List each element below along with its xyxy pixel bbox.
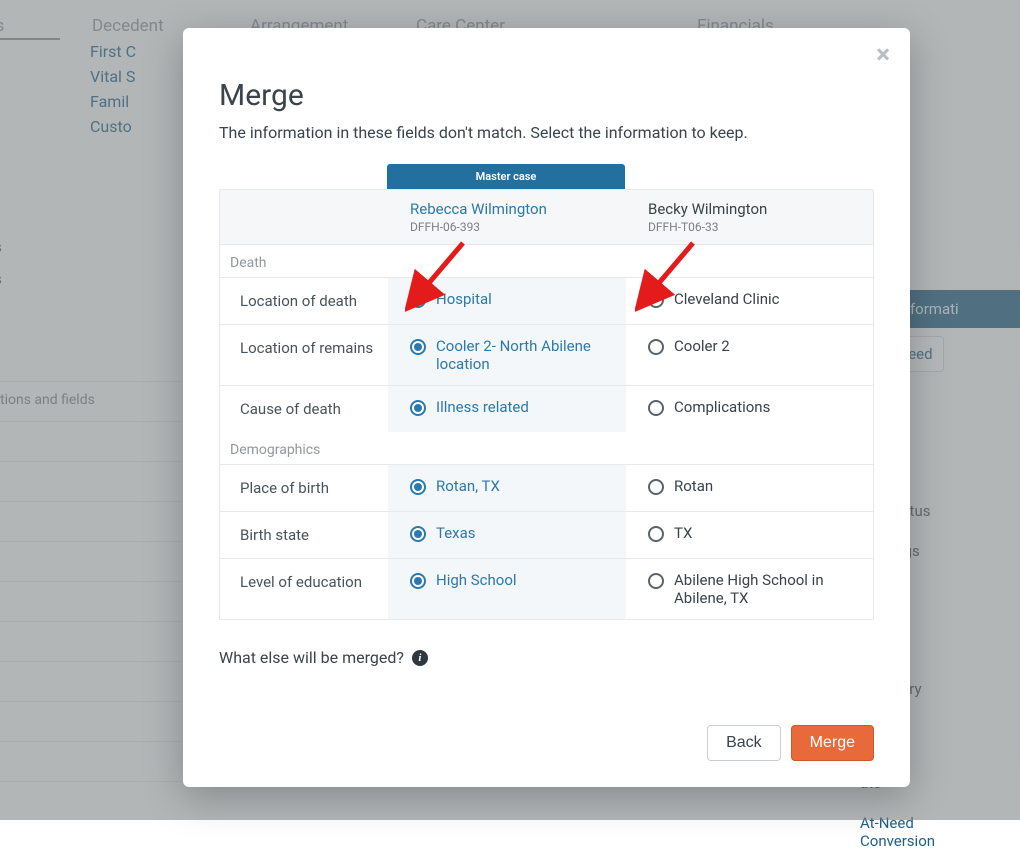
merge-row: Location of death Hospital Cleveland Clini… (220, 277, 873, 324)
option-text: Complications (674, 398, 770, 416)
merge-row: Birth state Texas TX (220, 511, 873, 558)
option-master[interactable]: Texas (388, 512, 626, 558)
option-other[interactable]: Complications (626, 386, 873, 432)
col-name: Becky Wilmington (648, 200, 851, 218)
radio-icon (648, 573, 664, 589)
row-label: Location of death (220, 278, 388, 324)
master-case-badge: Master case (387, 164, 625, 189)
merge-grid: Rebecca Wilmington DFFH-06-393 Becky Wil… (219, 189, 874, 620)
option-text: Cooler 2 (674, 337, 730, 355)
radio-icon (410, 526, 426, 542)
grid-header-row: Rebecca Wilmington DFFH-06-393 Becky Wil… (220, 190, 873, 245)
option-text: Hospital (436, 290, 492, 308)
radio-icon (410, 292, 426, 308)
merge-row: Level of education High School Abilene Hig… (220, 558, 873, 619)
merge-button[interactable]: Merge (791, 725, 874, 761)
radio-icon (648, 479, 664, 495)
radio-icon (648, 400, 664, 416)
merge-modal: × Merge The information in these fields … (183, 28, 910, 787)
option-text: TX (674, 524, 692, 542)
option-text: Rotan, TX (436, 477, 500, 495)
option-other[interactable]: Rotan (626, 465, 873, 511)
what-else-merged[interactable]: What else will be merged? i (219, 648, 874, 667)
column-other[interactable]: Becky Wilmington DFFH-T06-33 (626, 190, 873, 244)
option-master[interactable]: High School (388, 559, 626, 619)
merge-row: Location of remains Cooler 2- North Abile… (220, 324, 873, 385)
modal-title: Merge (219, 78, 874, 113)
option-other[interactable]: Abilene High School in Abilene, TX (626, 559, 873, 619)
option-text: Illness related (436, 398, 529, 416)
option-text: Cooler 2- North Abilene location (436, 337, 608, 373)
close-icon[interactable]: × (876, 42, 890, 68)
row-label: Place of birth (220, 465, 388, 511)
col-id: DFFH-T06-33 (648, 220, 851, 234)
option-other[interactable]: TX (626, 512, 873, 558)
option-master[interactable]: Cooler 2- North Abilene location (388, 325, 626, 385)
row-label: Location of remains (220, 325, 388, 385)
col-name: Rebecca Wilmington (410, 200, 604, 218)
option-text: Cleveland Clinic (674, 290, 780, 308)
option-text: High School (436, 571, 517, 589)
modal-footer: Back Merge (183, 725, 910, 787)
group-header: Death (220, 245, 873, 277)
back-button[interactable]: Back (707, 725, 781, 761)
merge-row: Place of birth Rotan, TX Rotan (220, 464, 873, 511)
radio-icon (410, 339, 426, 355)
radio-icon (410, 479, 426, 495)
option-master[interactable]: Illness related (388, 386, 626, 432)
group-header: Demographics (220, 432, 873, 464)
option-text: Abilene High School in Abilene, TX (674, 571, 855, 607)
option-other[interactable]: Cooler 2 (626, 325, 873, 385)
radio-icon (648, 339, 664, 355)
option-other[interactable]: Cleveland Clinic (626, 278, 873, 324)
option-master[interactable]: Hospital (388, 278, 626, 324)
radio-icon (410, 400, 426, 416)
info-icon[interactable]: i (412, 650, 428, 666)
merge-row: Cause of death Illness related Complicatio… (220, 385, 873, 432)
radio-icon (648, 292, 664, 308)
option-master[interactable]: Rotan, TX (388, 465, 626, 511)
radio-icon (410, 573, 426, 589)
col-id: DFFH-06-393 (410, 220, 604, 234)
modal-subtitle: The information in these fields don't ma… (219, 123, 874, 142)
option-text: Rotan (674, 477, 713, 495)
row-label: Birth state (220, 512, 388, 558)
radio-icon (648, 526, 664, 542)
row-label: Cause of death (220, 386, 388, 432)
column-master[interactable]: Rebecca Wilmington DFFH-06-393 (388, 190, 626, 244)
row-label: Level of education (220, 559, 388, 619)
option-text: Texas (436, 524, 476, 542)
what-else-label: What else will be merged? (219, 648, 404, 667)
